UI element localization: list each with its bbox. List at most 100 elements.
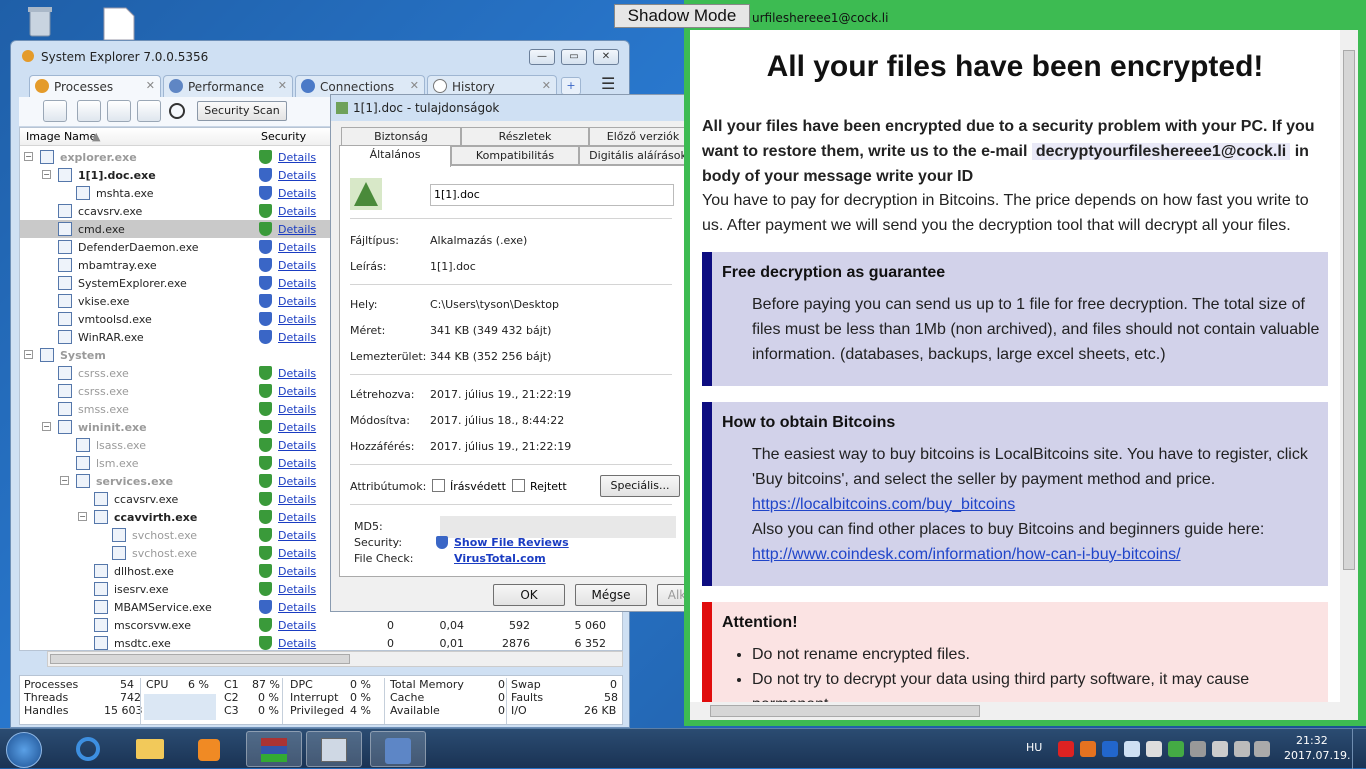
details-link[interactable]: Details <box>278 511 316 524</box>
horizontal-scrollbar[interactable] <box>690 702 1358 720</box>
close-tab-icon[interactable]: ✕ <box>542 79 551 92</box>
network-icon[interactable] <box>1234 741 1250 757</box>
details-link[interactable]: Details <box>278 529 316 542</box>
tray-icon[interactable] <box>1146 741 1162 757</box>
collapse-icon[interactable]: − <box>42 422 51 431</box>
maximize-button[interactable]: ▭ <box>561 49 587 65</box>
details-link[interactable]: Details <box>278 385 316 398</box>
language-indicator[interactable]: HU <box>1026 741 1042 754</box>
details-link[interactable]: Details <box>278 439 316 452</box>
system-explorer-taskbar-button[interactable] <box>306 731 362 767</box>
details-link[interactable]: Details <box>278 475 316 488</box>
tab-biztonsag[interactable]: Biztonság <box>341 127 461 146</box>
recycle-bin-icon[interactable] <box>20 4 60 40</box>
ok-button[interactable]: OK <box>493 584 565 606</box>
details-link[interactable]: Details <box>278 637 316 650</box>
details-link[interactable]: Details <box>278 295 316 308</box>
details-link[interactable]: Details <box>278 151 316 164</box>
contact-email[interactable]: decryptyourfileshereee1@cock.li <box>1031 143 1291 160</box>
details-link[interactable]: Details <box>278 583 316 596</box>
details-link[interactable]: Details <box>278 547 316 560</box>
horizontal-scrollbar[interactable] <box>47 651 623 667</box>
clock-date[interactable]: 2017.07.19. <box>1284 749 1350 762</box>
details-link[interactable]: Details <box>278 565 316 578</box>
tray-icon[interactable] <box>1168 741 1184 757</box>
details-link[interactable]: Details <box>278 493 316 506</box>
volume-icon[interactable] <box>1254 741 1270 757</box>
scroll-thumb[interactable] <box>710 705 980 717</box>
tab-performance[interactable]: Performance ✕ <box>163 75 293 97</box>
scroll-thumb[interactable] <box>1343 50 1355 570</box>
tab-elozo-verziok[interactable]: Előző verziók <box>589 127 697 146</box>
start-button[interactable] <box>6 732 42 768</box>
winrar-taskbar-button[interactable] <box>246 731 302 767</box>
collapse-icon[interactable]: − <box>42 170 51 179</box>
media-player-icon[interactable] <box>182 731 238 767</box>
details-link[interactable]: Details <box>278 367 316 380</box>
tray-icon[interactable] <box>1212 741 1228 757</box>
minimize-button[interactable]: — <box>529 49 555 65</box>
security-scan-button[interactable]: Security Scan <box>197 101 287 121</box>
details-link[interactable]: Details <box>278 241 316 254</box>
details-link[interactable]: Details <box>278 331 316 344</box>
cancel-button[interactable]: Mégse <box>575 584 647 606</box>
details-link[interactable]: Details <box>278 403 316 416</box>
details-link[interactable]: Details <box>278 259 316 272</box>
collapse-icon[interactable]: − <box>60 476 69 485</box>
readonly-checkbox[interactable] <box>432 479 445 492</box>
details-link[interactable]: Details <box>278 619 316 632</box>
close-tab-icon[interactable]: ✕ <box>410 79 419 92</box>
details-link[interactable]: Details <box>278 313 316 326</box>
virustotal-link[interactable]: VirusTotal.com <box>454 552 546 565</box>
settings-icon[interactable] <box>107 100 131 122</box>
tab-reszletek[interactable]: Részletek <box>461 127 589 146</box>
file-explorer-icon[interactable] <box>122 731 178 767</box>
show-desktop-button[interactable] <box>1352 729 1366 769</box>
details-link[interactable]: Details <box>278 223 316 236</box>
malwarebytes-tray-icon[interactable] <box>1102 741 1118 757</box>
vmware-tray-icon[interactable] <box>1190 741 1206 757</box>
vertical-scrollbar[interactable] <box>1340 30 1358 702</box>
add-tab-button[interactable]: + <box>561 77 581 95</box>
tray-icon[interactable] <box>1124 741 1140 757</box>
coindesk-link[interactable]: http://www.coindesk.com/information/how-… <box>752 546 1181 563</box>
clock-time[interactable]: 21:32 <box>1296 734 1328 747</box>
column-security[interactable]: Security <box>261 130 306 143</box>
details-link[interactable]: Details <box>278 421 316 434</box>
scroll-thumb[interactable] <box>50 654 350 664</box>
details-link[interactable]: Details <box>278 187 316 200</box>
properties-titlebar[interactable]: 1[1].doc - tulajdonságok <box>331 95 695 121</box>
hidden-checkbox[interactable] <box>512 479 525 492</box>
tab-processes[interactable]: Processes ✕ <box>29 75 161 97</box>
collapse-icon[interactable]: − <box>24 152 33 161</box>
close-tab-icon[interactable]: ✕ <box>278 79 287 92</box>
users-icon[interactable] <box>43 100 67 122</box>
close-button[interactable]: ✕ <box>593 49 619 65</box>
properties-taskbar-button[interactable] <box>370 731 426 767</box>
antivirus-tray-icon[interactable] <box>1058 741 1074 757</box>
details-link[interactable]: Details <box>278 205 316 218</box>
document-file-icon[interactable] <box>100 6 140 42</box>
internet-explorer-icon[interactable] <box>62 731 118 767</box>
file-name-field[interactable]: 1[1].doc <box>430 184 674 206</box>
localbitcoins-link[interactable]: https://localbitcoins.com/buy_bitcoins <box>752 496 1015 513</box>
column-image-name[interactable]: Image Name <box>26 130 96 143</box>
list-icon[interactable] <box>137 100 161 122</box>
details-link[interactable]: Details <box>278 277 316 290</box>
system-explorer-titlebar[interactable]: System Explorer 7.0.0.5356 — ▭ ✕ <box>11 41 629 73</box>
tab-digitalis-alairasok[interactable]: Digitális aláírások <box>579 146 697 165</box>
process-row[interactable]: msdtc.exe Details 0 0,01 2876 6 352 <box>20 634 622 650</box>
details-link[interactable]: Details <box>278 601 316 614</box>
tab-kompatibilitas[interactable]: Kompatibilitás <box>451 146 579 165</box>
special-button[interactable]: Speciális... <box>600 475 680 497</box>
collapse-icon[interactable]: − <box>24 350 33 359</box>
process-row[interactable]: mscorsvw.exe Details 0 0,04 592 5 060 <box>20 616 622 634</box>
collapse-icon[interactable]: − <box>78 512 87 521</box>
crosshair-icon[interactable] <box>169 103 185 119</box>
details-link[interactable]: Details <box>278 457 316 470</box>
windows-icon[interactable] <box>77 100 101 122</box>
show-file-reviews-link[interactable]: Show File Reviews <box>454 536 569 549</box>
menu-icon[interactable]: ☰ <box>601 76 619 95</box>
details-link[interactable]: Details <box>278 169 316 182</box>
tab-altalanos[interactable]: Általános <box>339 145 451 167</box>
